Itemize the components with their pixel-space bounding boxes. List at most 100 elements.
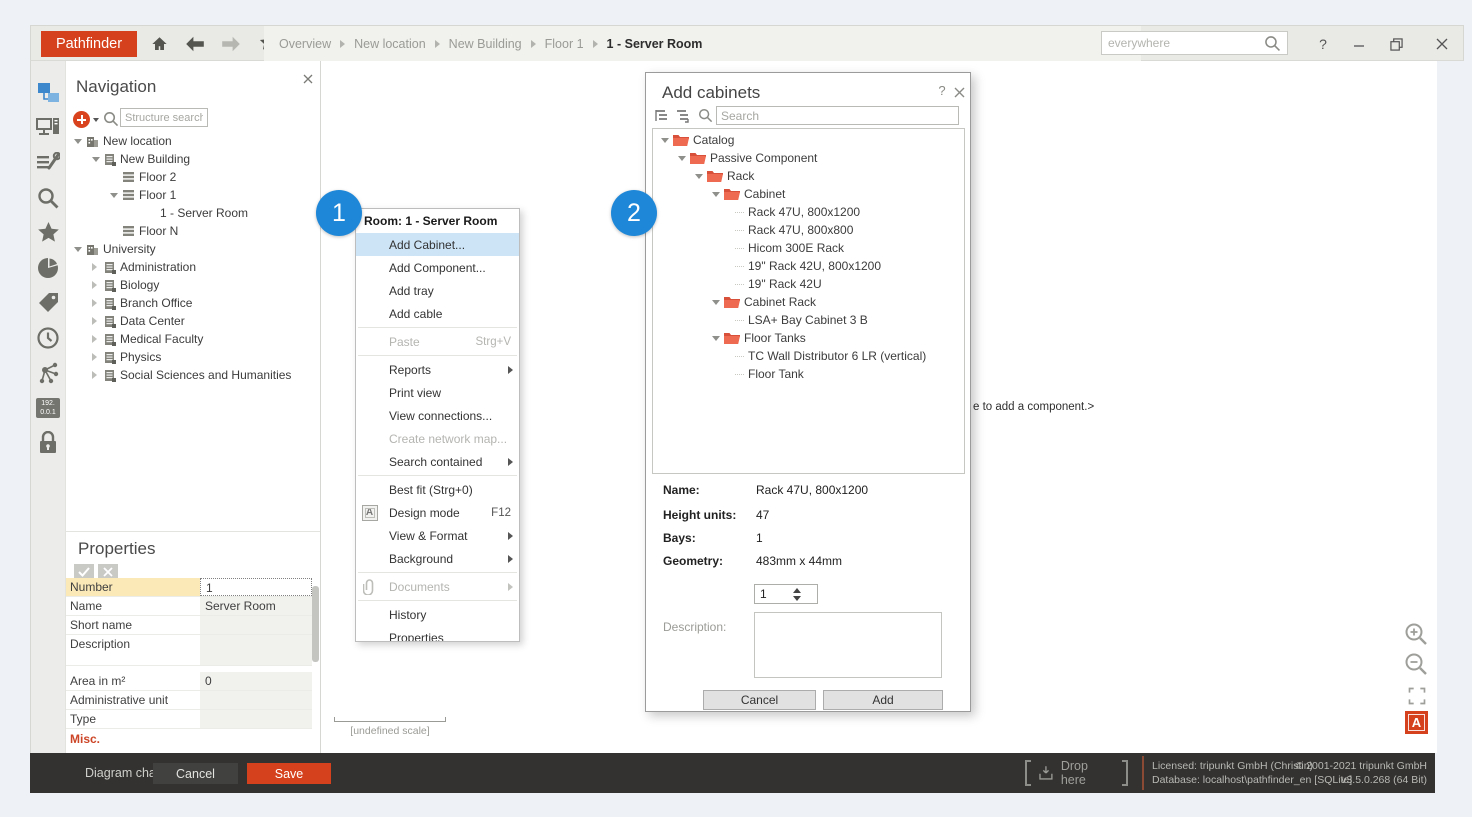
drop-here-zone[interactable]: Drop here	[1025, 757, 1128, 789]
quantity-input[interactable]	[755, 587, 789, 601]
add-structure-button[interactable]	[73, 111, 90, 128]
tree-item[interactable]: 19" Rack 42U, 800x1200	[653, 257, 964, 275]
property-row[interactable]: Area in m² 0	[66, 672, 312, 691]
properties-scrollbar[interactable]	[312, 586, 319, 662]
minimize-button[interactable]	[1346, 32, 1372, 56]
back-button[interactable]	[183, 33, 207, 55]
tree-item[interactable]: Cabinet	[653, 185, 964, 203]
menu-item-search-contained[interactable]: Search contained	[356, 450, 519, 473]
menu-item-add-cabinet[interactable]: Add Cabinet...	[356, 233, 519, 256]
tree-item[interactable]: Biology	[66, 276, 320, 294]
menu-item-design-mode[interactable]: A Design modeF12	[356, 501, 519, 524]
search-icon[interactable]	[1264, 35, 1281, 52]
menu-item-view-format[interactable]: View & Format	[356, 524, 519, 547]
sidebar-item-navigation[interactable]	[35, 81, 61, 105]
restore-button[interactable]	[1383, 32, 1409, 56]
property-value[interactable]: Server Room	[200, 597, 312, 615]
tree-item[interactable]: Medical Faculty	[66, 330, 320, 348]
menu-item-reports[interactable]: Reports	[356, 358, 519, 381]
tree-item[interactable]: Floor 1	[66, 186, 320, 204]
tree-item[interactable]: 19" Rack 42U	[653, 275, 964, 293]
expander-open-icon[interactable]	[110, 193, 118, 198]
sidebar-item-security[interactable]	[35, 431, 61, 455]
expand-all-icon[interactable]	[654, 108, 669, 123]
sidebar-item-tools[interactable]	[35, 151, 61, 175]
tree-item[interactable]: Floor 2	[66, 168, 320, 186]
expander-open-icon[interactable]	[678, 156, 686, 161]
forward-button[interactable]	[219, 33, 243, 55]
close-button[interactable]	[1429, 32, 1455, 56]
design-mode-button[interactable]: A	[1405, 711, 1428, 734]
tree-item[interactable]: Catalog	[653, 131, 964, 149]
breadcrumb-item[interactable]: Overview	[279, 37, 331, 51]
dialog-help-button[interactable]: ?	[934, 83, 950, 99]
diagram-cancel-button[interactable]: Cancel	[153, 763, 238, 784]
property-row[interactable]: Name Server Room	[66, 597, 312, 616]
expander-closed-icon[interactable]	[92, 335, 97, 343]
menu-item-print-view[interactable]: Print view	[356, 381, 519, 404]
menu-item-add-tray[interactable]: Add tray	[356, 279, 519, 302]
tree-item[interactable]: Social Sciences and Humanities	[66, 366, 320, 384]
zoom-out-button[interactable]	[1403, 651, 1429, 677]
stepper-down-icon[interactable]	[793, 596, 801, 601]
menu-item-best-fit[interactable]: Best fit (Strg+0)	[356, 478, 519, 501]
best-fit-button[interactable]	[1406, 685, 1428, 707]
expander-closed-icon[interactable]	[92, 371, 97, 379]
global-search-input[interactable]	[1108, 36, 1264, 50]
dialog-close-button[interactable]	[954, 85, 965, 103]
menu-item-background[interactable]: Background	[356, 547, 519, 570]
menu-item-properties[interactable]: Properties	[356, 626, 519, 642]
tree-item[interactable]: Rack	[653, 167, 964, 185]
help-button[interactable]: ?	[1310, 32, 1336, 56]
property-value[interactable]: 0	[200, 672, 312, 690]
tree-item-selected[interactable]: Rack 47U, 800x1200	[653, 203, 964, 221]
property-row[interactable]: Description	[66, 635, 312, 666]
diagram-save-button[interactable]: Save	[247, 763, 331, 784]
property-value-editing[interactable]: 1	[200, 578, 312, 596]
home-button[interactable]	[147, 33, 171, 55]
menu-item-add-cable[interactable]: Add cable	[356, 302, 519, 325]
property-value[interactable]	[200, 710, 312, 728]
tree-item[interactable]: Cabinet Rack	[653, 293, 964, 311]
property-row[interactable]: Number 1	[66, 578, 312, 597]
sidebar-item-search[interactable]	[35, 186, 61, 210]
description-textarea[interactable]	[754, 612, 942, 678]
sidebar-item-favorites[interactable]	[35, 221, 61, 245]
tree-item[interactable]: Floor Tank	[653, 365, 964, 383]
tree-item[interactable]: Rack 47U, 800x800	[653, 221, 964, 239]
sidebar-item-tags[interactable]	[35, 291, 61, 315]
expander-closed-icon[interactable]	[92, 353, 97, 361]
property-row[interactable]: Type	[66, 710, 312, 729]
breadcrumb-item[interactable]: Floor 1	[545, 37, 584, 51]
tree-item[interactable]: New Building	[66, 150, 320, 168]
tree-item[interactable]: Hicom 300E Rack	[653, 239, 964, 257]
expander-open-icon[interactable]	[661, 138, 669, 143]
tree-item[interactable]: Floor Tanks	[653, 329, 964, 347]
expander-closed-icon[interactable]	[92, 317, 97, 325]
tree-item[interactable]: University	[66, 240, 320, 258]
chevron-down-icon[interactable]	[93, 118, 99, 122]
app-logo[interactable]: Pathfinder	[41, 31, 137, 57]
expander-closed-icon[interactable]	[92, 299, 97, 307]
expander-open-icon[interactable]	[712, 192, 720, 197]
property-row[interactable]: Short name	[66, 616, 312, 635]
expander-open-icon[interactable]	[74, 139, 82, 144]
menu-item-view-connections[interactable]: View connections...	[356, 404, 519, 427]
expander-closed-icon[interactable]	[92, 263, 97, 271]
catalog-search-input[interactable]	[716, 106, 959, 125]
sidebar-item-reports[interactable]	[35, 256, 61, 280]
dialog-cancel-button[interactable]: Cancel	[703, 690, 816, 710]
expander-closed-icon[interactable]	[92, 281, 97, 289]
collapse-all-icon[interactable]	[675, 108, 690, 123]
expander-open-icon[interactable]	[74, 247, 82, 252]
tree-item[interactable]: New location	[66, 132, 320, 150]
menu-item-history[interactable]: History	[356, 603, 519, 626]
sidebar-item-topology[interactable]	[35, 361, 61, 385]
tree-item[interactable]: Floor N	[66, 222, 320, 240]
tree-item[interactable]: Passive Component	[653, 149, 964, 167]
tree-item[interactable]: Branch Office	[66, 294, 320, 312]
sidebar-item-workstation[interactable]	[35, 116, 61, 140]
tree-item[interactable]: TC Wall Distributor 6 LR (vertical)	[653, 347, 964, 365]
tree-item[interactable]: Data Center	[66, 312, 320, 330]
expander-open-icon[interactable]	[712, 336, 720, 341]
